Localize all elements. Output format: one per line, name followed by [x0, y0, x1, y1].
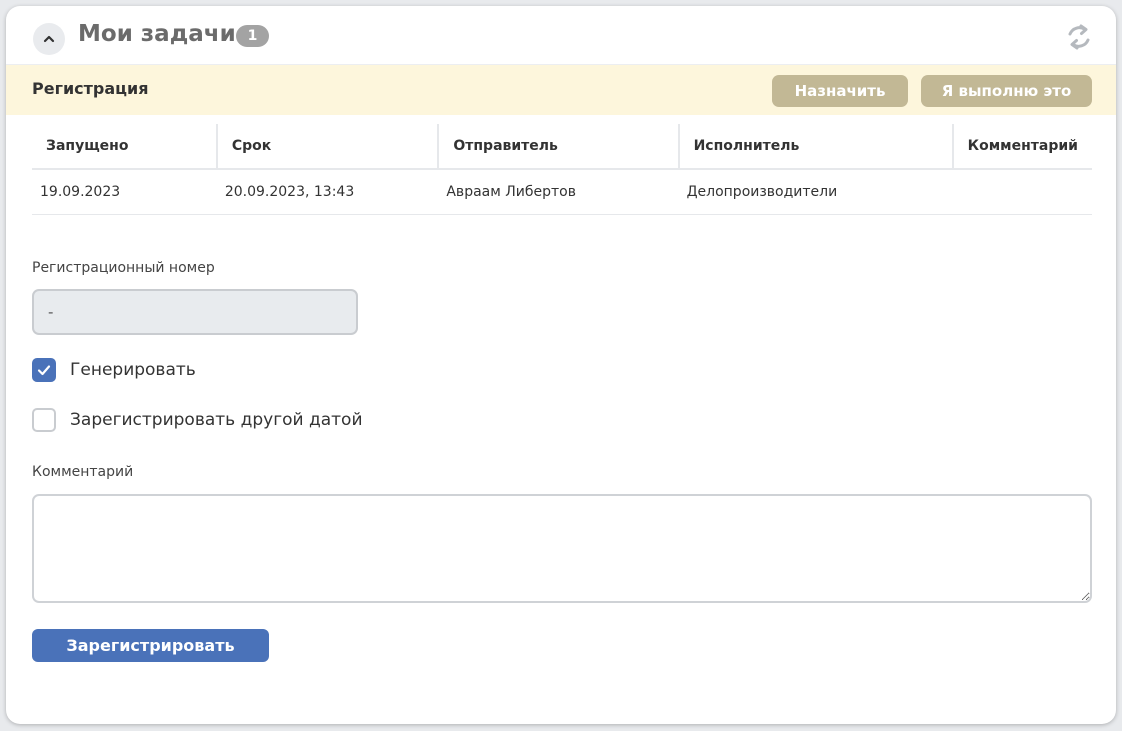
- column-header-comment: Комментарий: [951, 124, 1092, 170]
- task-name: Регистрация: [32, 79, 149, 98]
- table-header-row: Запущено Срок Отправитель Исполнитель Ко…: [32, 124, 1092, 170]
- refresh-icon: [1068, 24, 1090, 50]
- other-date-checkbox[interactable]: [32, 408, 56, 432]
- cell-executor: Делопроизводители: [678, 169, 953, 215]
- checkmark-icon: [37, 365, 51, 376]
- other-date-label: Зарегистрировать другой датой: [70, 410, 363, 430]
- table-row: 19.09.2023 20.09.2023, 13:43 Авраам Либе…: [32, 169, 1092, 215]
- column-header-executor: Исполнитель: [677, 124, 953, 170]
- comment-textarea[interactable]: [32, 494, 1092, 603]
- assign-button[interactable]: Назначить: [772, 75, 908, 107]
- generate-label: Генерировать: [70, 360, 196, 380]
- column-header-sender: Отправитель: [437, 124, 679, 170]
- collapse-button[interactable]: [33, 23, 65, 55]
- reg-number-input[interactable]: [32, 289, 358, 335]
- cell-started: 19.09.2023: [32, 169, 217, 215]
- cell-sender: Авраам Либертов: [438, 169, 679, 215]
- chevron-up-icon: [43, 35, 55, 43]
- take-task-button[interactable]: Я выполню это: [921, 75, 1092, 107]
- reg-number-label: Регистрационный номер: [32, 260, 215, 276]
- tasks-panel: Мои задачи 1 Регистрация Назначить Я вып…: [6, 6, 1116, 724]
- column-header-deadline: Срок: [215, 124, 439, 170]
- register-button[interactable]: Зарегистрировать: [32, 629, 269, 662]
- other-date-checkbox-row[interactable]: Зарегистрировать другой датой: [32, 408, 363, 432]
- cell-deadline: 20.09.2023, 13:43: [216, 169, 439, 215]
- task-info-table: Запущено Срок Отправитель Исполнитель Ко…: [32, 124, 1092, 215]
- comment-label: Комментарий: [32, 464, 134, 480]
- panel-header: Мои задачи 1: [6, 6, 1116, 65]
- generate-checkbox[interactable]: [32, 358, 56, 382]
- cell-comment: [952, 169, 1092, 215]
- generate-checkbox-row[interactable]: Генерировать: [32, 358, 196, 382]
- task-bar: Регистрация Назначить Я выполню это: [6, 65, 1116, 115]
- column-header-started: Запущено: [32, 124, 217, 170]
- page-title: Мои задачи: [78, 21, 236, 47]
- refresh-button[interactable]: [1064, 22, 1094, 52]
- task-count-badge: 1: [236, 25, 269, 47]
